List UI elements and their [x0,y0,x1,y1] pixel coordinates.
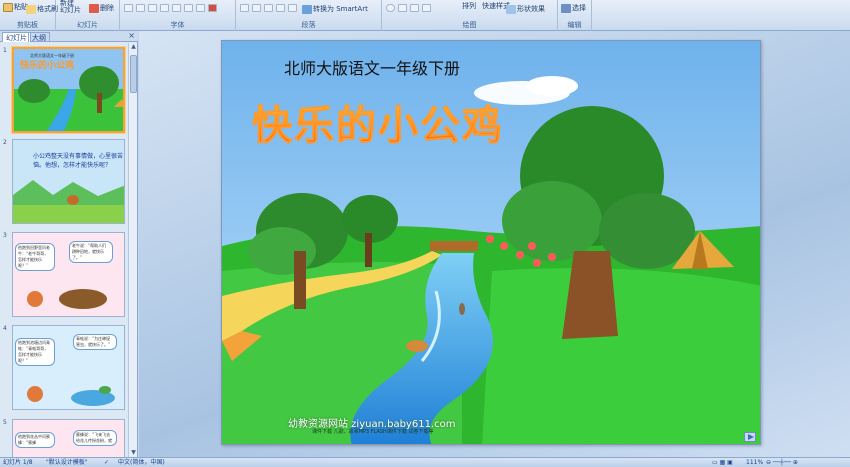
editing-group-label: 编辑 [567,21,582,29]
editing-group: 选择 编辑 [558,0,592,31]
slide-thumbnail-2[interactable]: 小公鸡整天没有事情做，心里很苦恼。他想，怎样才能快乐呢？ [12,139,125,224]
slide-thumbnail-4[interactable]: 他跑到池塘边问青蛙：“青蛙哥哥，怎样才能快乐呢？” 青蛙说：“为庄稼捉害虫，就快… [12,325,125,410]
close-icon[interactable]: × [128,31,135,40]
clipboard-group-label: 剪贴板 [17,21,38,29]
smartart-icon [302,4,312,14]
thumbnail-scrollbar[interactable]: ▲ ▼ [128,43,137,457]
delete-slide-button[interactable]: 删除 [89,3,114,13]
brush-icon [26,4,36,14]
slide-5-bubble-right: 蜜蜂说：“飞来飞去给花儿传授花粉，就 [73,430,117,446]
slide-number: 5 [3,419,7,426]
char-spacing-button[interactable] [184,4,193,12]
slide-4-preview [27,386,115,406]
slideshow-play-icon[interactable] [744,432,756,442]
slides-group: 新建 幻灯片 删除 幻灯片 [56,0,120,31]
drawing-group-label: 绘图 [462,21,477,29]
slide-thumbnail-1[interactable]: 北师大版语文一年级下册 快乐的小公鸡 [12,47,125,133]
slide-counter: 幻灯片 1/8 [3,459,33,466]
font-group: 字体 [120,0,236,31]
slide-thumbnail-3[interactable]: 他跑到田野里问老牛：“老牛哥哥，怎样才能快乐呢？” 老牛说：“帮助人们耕种田地，… [12,232,125,317]
view-buttons[interactable]: ▭ ▦ ▣ [712,458,733,467]
scrollbar-thumb[interactable] [130,55,137,93]
paragraph-group-label: 段落 [301,21,316,29]
slide-number: 4 [3,325,7,332]
font-group-label: 字体 [170,21,185,29]
shadow-button[interactable] [172,4,181,12]
slide-number: 3 [3,232,7,239]
format-painter-button[interactable]: 格式刷 [26,4,58,14]
italic-button[interactable] [136,4,145,12]
scroll-up-icon[interactable]: ▲ [130,43,137,51]
effects-icon [506,4,516,14]
slides-panel: 幻灯片 大纲 × 1 北师大版语文一年级下册 快乐的小公鸡 2 小公鸡整天没有事… [0,31,138,457]
slide-title[interactable]: 快乐的小公鸡 [252,93,504,151]
zoom-level[interactable]: 111% [746,458,763,467]
change-case-button[interactable] [196,4,205,12]
select-button[interactable]: 选择 [561,3,586,13]
slide-5-bubble-left: 他跑到花丛中问蜜蜂：“蜜蜂 [15,432,55,448]
delete-icon [89,3,99,13]
zoom-slider[interactable]: ⊖ ──┼── ⊕ [766,458,798,467]
justify-button[interactable] [276,4,285,12]
slide-subtitle[interactable]: 北师大版语文一年级下册 [284,55,460,79]
shape-brace-icon[interactable] [422,4,431,12]
underline-button[interactable] [148,4,157,12]
paragraph-group: 转换为 SmartArt 段落 [236,0,382,31]
slide-2-text: 小公鸡整天没有事情做，心里很苦恼。他想，怎样才能快乐呢？ [33,153,124,169]
columns-button[interactable] [288,4,297,12]
slide-editor: 北师大版语文一年级下册 快乐的小公鸡 幼教资源网站 ziyuan.baby611… [139,31,850,457]
slides-group-label: 幻灯片 [77,21,98,29]
arrange-button[interactable]: 排列 [462,1,476,11]
font-color-button[interactable] [208,4,217,12]
shape-rect-icon[interactable] [398,4,407,12]
status-bar: 幻灯片 1/8 "默认设计模板" ✓ 中文(简体，中国) ▭ ▦ ▣ 111% … [0,457,850,467]
shape-arrow-icon[interactable] [410,4,419,12]
convert-smartart-button[interactable]: 转换为 SmartArt [302,4,368,14]
shape-effects-button[interactable]: 形状效果 [506,4,545,14]
slide-3-preview [27,289,107,309]
ribbon: 粘贴 格式刷 剪贴板 新建 幻灯片 删除 幻灯片 字体 转换为 SmartArt… [0,0,850,31]
current-slide[interactable]: 北师大版语文一年级下册 快乐的小公鸡 幼教资源网站 ziyuan.baby611… [221,40,761,445]
thumbnail-list: 1 北师大版语文一年级下册 快乐的小公鸡 2 小公鸡整天没有事情做，心里很苦恼。 [0,43,128,457]
scroll-down-icon[interactable]: ▼ [130,449,137,457]
shape-oval-icon[interactable] [386,4,395,12]
slide-thumbnail-5[interactable]: 他跑到花丛中问蜜蜂：“蜜蜂 蜜蜂说：“飞来飞去给花儿传授花粉，就 [12,419,125,457]
slide-1-title: 快乐的小公鸡 [20,61,75,71]
align-right-button[interactable] [264,4,273,12]
slide-number: 1 [3,47,7,54]
spellcheck-icon[interactable]: ✓ [104,458,109,467]
slide-number: 2 [3,139,7,146]
new-slide-button[interactable]: 新建 幻灯片 [60,0,81,14]
theme-name: "默认设计模板" [46,459,88,466]
slide-1-header: 北师大版语文一年级下册 [30,53,74,58]
slide-footer-links: 课件下载 儿歌、故事MP3 FLASH课件下载 试卷下载等 [312,429,434,435]
paste-icon [3,2,13,12]
tab-outline[interactable]: 大纲 [28,32,50,42]
language-indicator[interactable]: 中文(简体，中国) [118,458,165,467]
strikethrough-button[interactable] [160,4,169,12]
tab-slides[interactable]: 幻灯片 [2,32,31,42]
cursor-icon [561,3,571,13]
align-left-button[interactable] [240,4,249,12]
align-center-button[interactable] [252,4,261,12]
clipboard-group: 粘贴 格式刷 剪贴板 [0,0,58,31]
drawing-group: 排列 快速样式 形状效果 绘图 [382,0,558,31]
paste-button[interactable]: 粘贴 [3,2,28,12]
panel-tabs: 幻灯片 大纲 × [0,31,138,42]
bold-button[interactable] [124,4,133,12]
